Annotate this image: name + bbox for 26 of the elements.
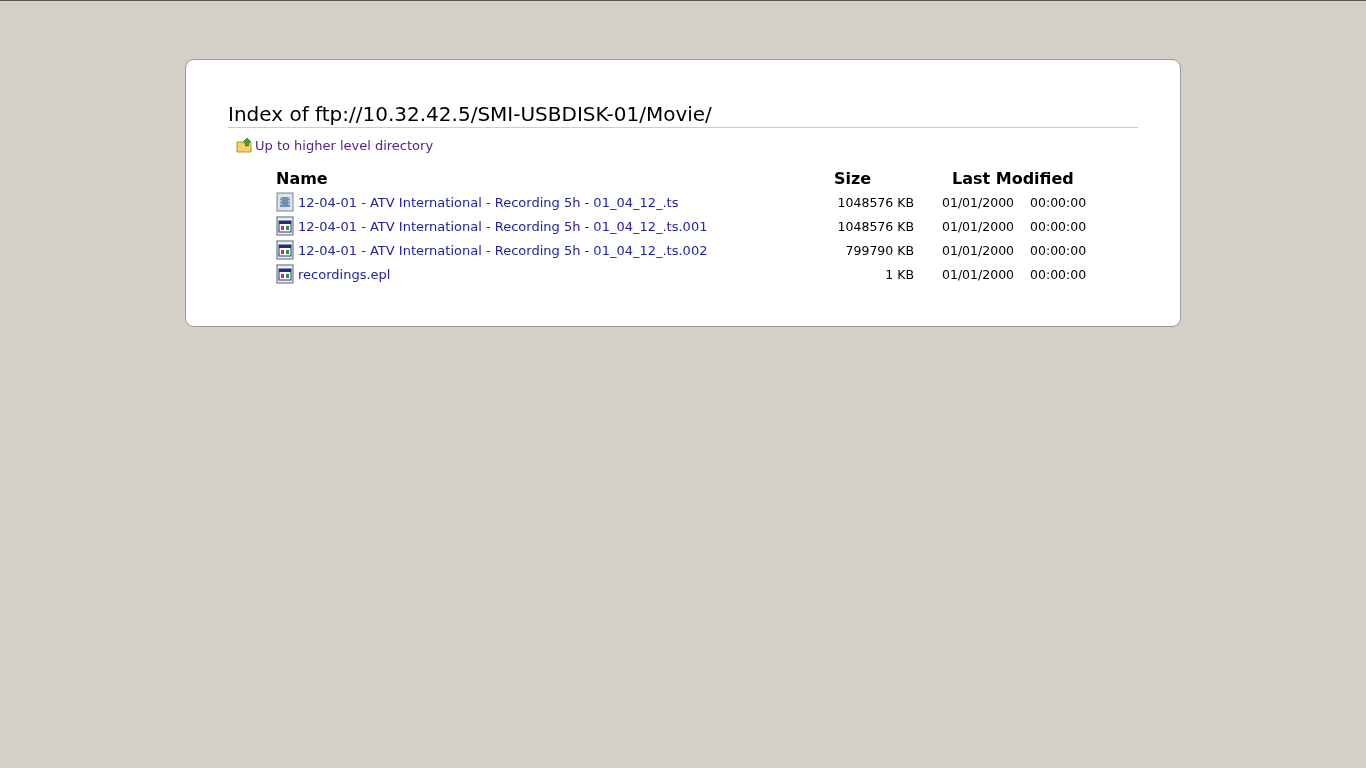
modified-time: 00:00:00: [1030, 194, 1087, 210]
folder-up-icon: [236, 138, 253, 153]
application-file-icon: [276, 264, 294, 284]
file-size: 1048576 KB: [837, 194, 914, 210]
file-size: 1048576 KB: [837, 218, 914, 234]
modified-date: 01/01/2000: [942, 242, 1015, 258]
modified-date: 01/01/2000: [942, 218, 1015, 234]
application-file-icon: [276, 240, 294, 260]
modified-date: 01/01/2000: [942, 266, 1015, 282]
modified-time: 00:00:00: [1030, 266, 1087, 282]
column-header: Last Modified: [952, 169, 1074, 188]
application-file-icon: [276, 216, 294, 236]
modified-time: 00:00:00: [1030, 218, 1087, 234]
file-size: 799790 KB: [845, 242, 914, 258]
column-header: Name: [276, 169, 328, 188]
file-size: 1 KB: [885, 266, 914, 282]
video-file-icon: [276, 192, 294, 212]
modified-time: 00:00:00: [1030, 242, 1087, 258]
column-header: Size: [834, 169, 872, 188]
file-link[interactable]: 12-04-01 - ATV International - Recording 5h - 01_04_12_.ts.002: [298, 242, 708, 258]
file-link[interactable]: 12-04-01 - ATV International - Recording 5h - 01_04_12_.ts: [298, 194, 679, 210]
parent-directory-link[interactable]: Up to higher level directory: [255, 138, 434, 153]
modified-date: 01/01/2000: [942, 194, 1015, 210]
file-link[interactable]: 12-04-01 - ATV International - Recording 5h - 01_04_12_.ts.001: [298, 218, 708, 234]
page-title: Index of ftp://10.32.42.5/SMI-USBDISK-01/Movie/: [228, 102, 1138, 128]
file-link[interactable]: recordings.epl: [298, 266, 391, 282]
